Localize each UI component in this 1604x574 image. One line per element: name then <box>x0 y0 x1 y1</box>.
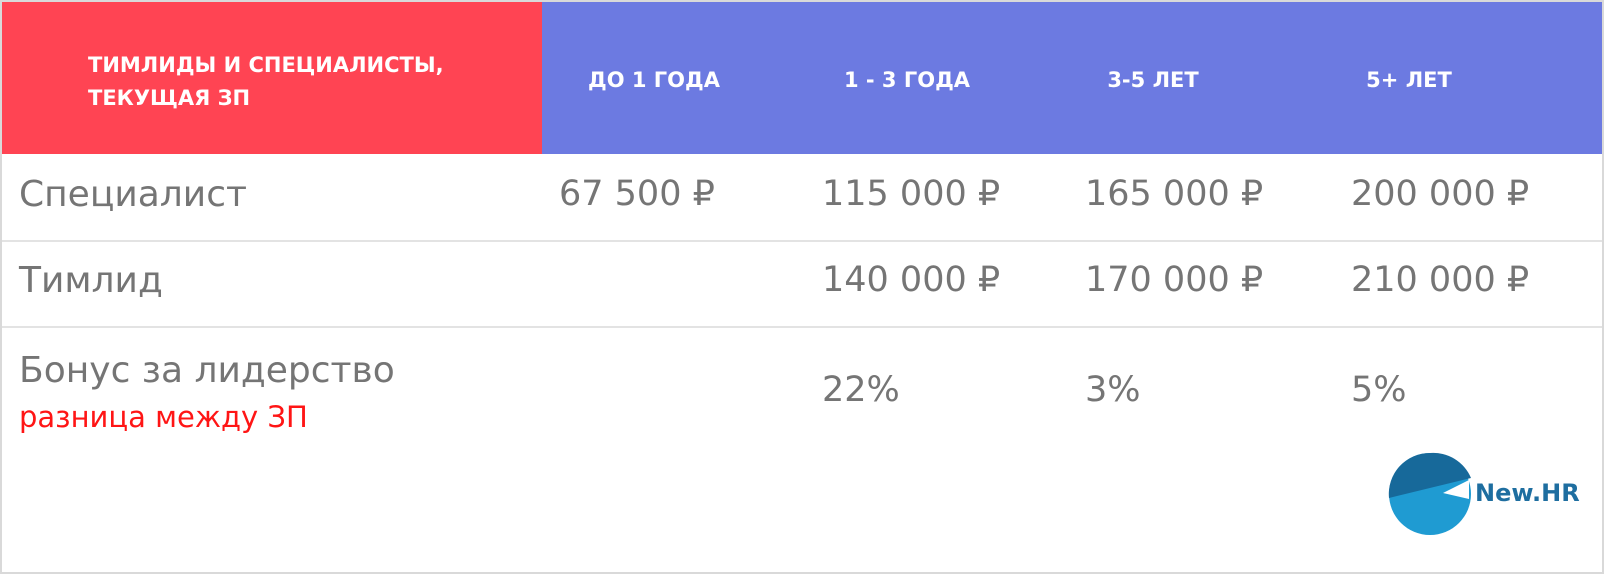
row-sublabel: разница между ЗП <box>19 400 308 434</box>
cell-value: 5% <box>1351 370 1407 410</box>
newhr-logo: New.HR <box>1387 451 1587 537</box>
table-row-leadership-bonus: Бонус за лидерство разница между ЗП 22% … <box>2 328 1602 478</box>
header-title-line2: ТЕКУЩАЯ ЗП <box>88 86 251 110</box>
header-columns: ДО 1 ГОДА 1 - 3 ГОДА 3-5 ЛЕТ 5+ ЛЕТ <box>542 2 1602 154</box>
cell-value: 67 500 ₽ <box>559 174 715 214</box>
header-title-line1: ТИМЛИДЫ И СПЕЦИАЛИСТЫ, <box>88 53 444 77</box>
row-label: Бонус за лидерство <box>19 350 395 391</box>
salary-table: ТИМЛИДЫ И СПЕЦИАЛИСТЫ, ТЕКУЩАЯ ЗП ДО 1 Г… <box>0 0 1604 574</box>
cell-value: 22% <box>822 370 900 410</box>
header-title-cell: ТИМЛИДЫ И СПЕЦИАЛИСТЫ, ТЕКУЩАЯ ЗП <box>2 2 542 154</box>
row-label: Тимлид <box>19 260 163 301</box>
cell-value: 115 000 ₽ <box>822 174 1001 214</box>
table-row-specialist: Специалист 67 500 ₽ 115 000 ₽ 165 000 ₽ … <box>2 154 1602 242</box>
table-header: ТИМЛИДЫ И СПЕЦИАЛИСТЫ, ТЕКУЩАЯ ЗП ДО 1 Г… <box>2 2 1602 154</box>
row-label: Специалист <box>19 174 247 215</box>
cell-value: 140 000 ₽ <box>822 260 1001 300</box>
column-header-under-1-year: ДО 1 ГОДА <box>588 68 720 92</box>
cell-value: 165 000 ₽ <box>1085 174 1264 214</box>
cell-value: 3% <box>1085 370 1141 410</box>
column-header-5-plus-years: 5+ ЛЕТ <box>1366 68 1452 92</box>
newhr-logo-icon <box>1388 452 1471 535</box>
newhr-logo-text: New.HR <box>1475 479 1580 507</box>
table-row-teamlead: Тимлид 140 000 ₽ 170 000 ₽ 210 000 ₽ <box>2 242 1602 328</box>
cell-value: 170 000 ₽ <box>1085 260 1264 300</box>
cell-value: 210 000 ₽ <box>1351 260 1530 300</box>
cell-value: 200 000 ₽ <box>1351 174 1530 214</box>
column-header-3-5-years: 3-5 ЛЕТ <box>1107 68 1199 92</box>
column-header-1-3-years: 1 - 3 ГОДА <box>843 68 971 92</box>
